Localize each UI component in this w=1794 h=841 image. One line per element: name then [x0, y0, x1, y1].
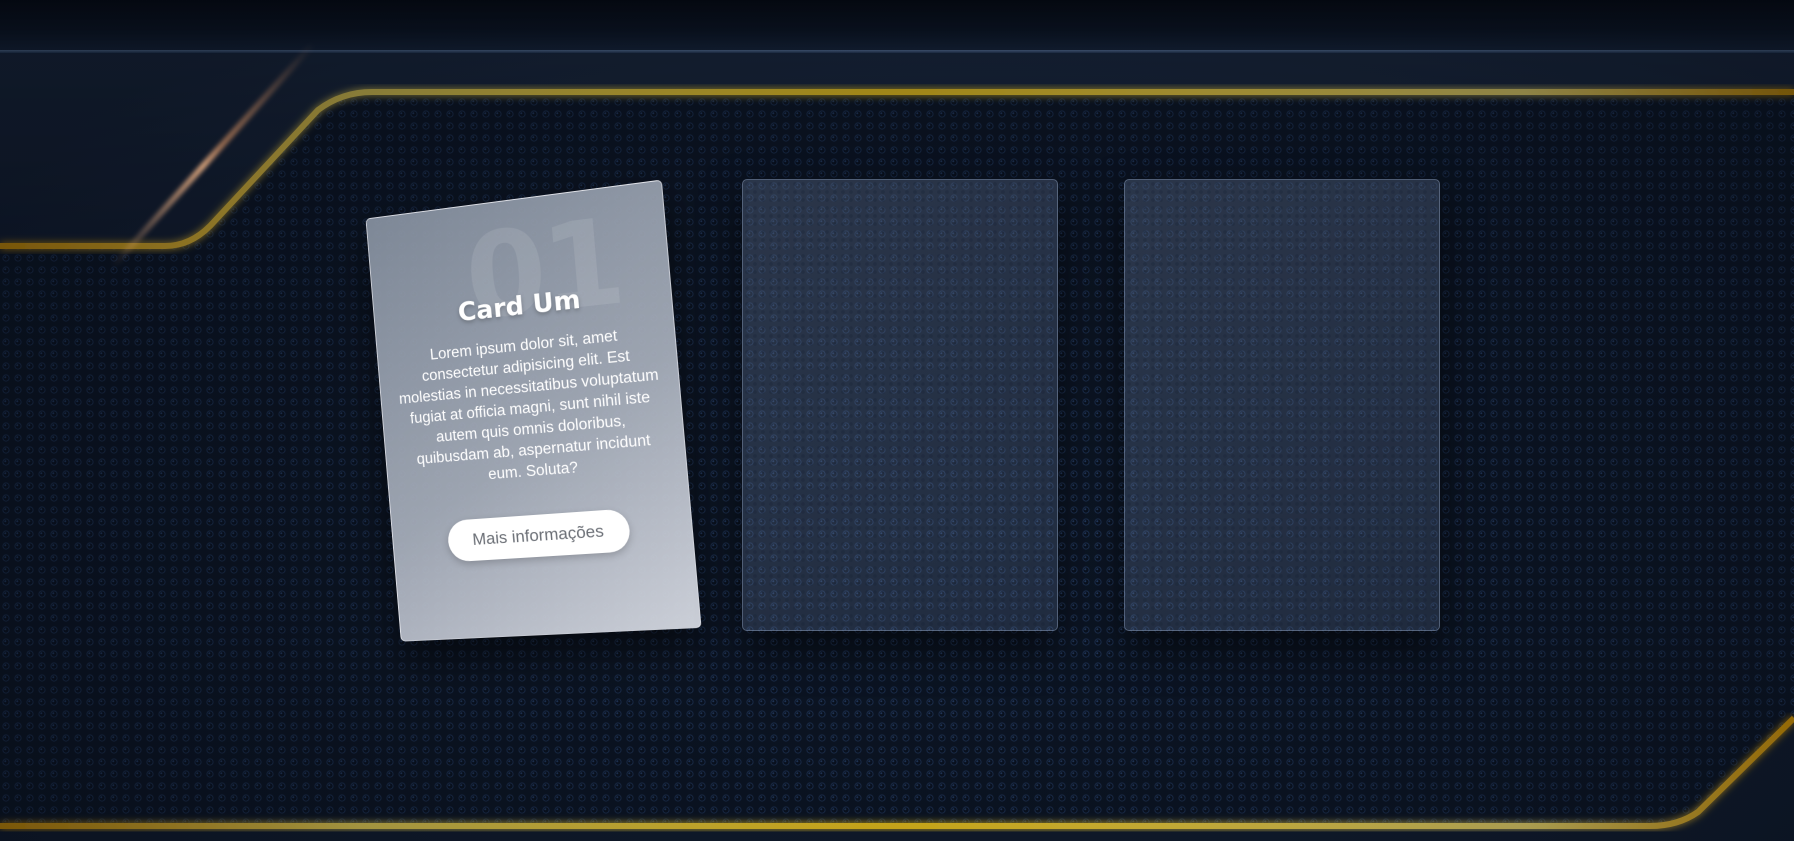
- top-band: [0, 0, 1794, 54]
- card-one[interactable]: 01 Card Um Lorem ipsum dolor sit, amet c…: [365, 179, 702, 642]
- top-divider-line: [0, 50, 1794, 53]
- page-background: 01 Card Um Lorem ipsum dolor sit, amet c…: [0, 0, 1794, 841]
- card-two[interactable]: [742, 179, 1058, 631]
- card-description: Lorem ipsum dolor sit, amet consectetur …: [398, 327, 660, 484]
- more-info-button[interactable]: Mais informações: [446, 508, 632, 563]
- card-three[interactable]: [1124, 179, 1440, 631]
